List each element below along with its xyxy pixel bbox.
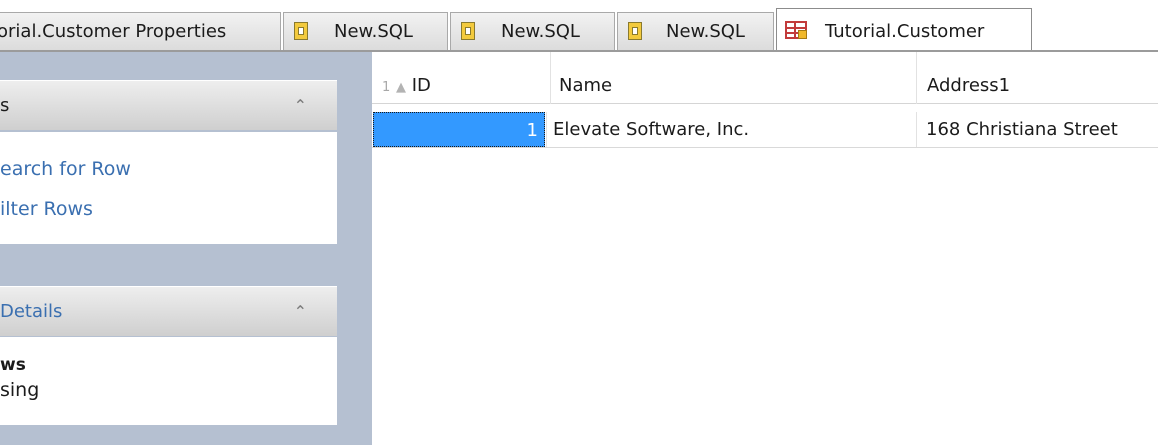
task-group-body: earch for Row ilter Rows	[0, 132, 337, 244]
task-pane: s ⌃ earch for Row ilter Rows Details ⌃ w…	[0, 52, 372, 445]
table-icon	[785, 21, 807, 39]
column-header-name[interactable]: Name	[550, 52, 918, 104]
tab-customer-properties[interactable]: orial.Customer Properties	[0, 12, 281, 50]
details-group-header[interactable]: Details ⌃	[0, 286, 337, 336]
cell-name[interactable]: Elevate Software, Inc.	[546, 112, 916, 147]
grid-header-row: 1 ▲ ID Name Address1	[372, 52, 1158, 104]
collapse-chevron-icon[interactable]: ⌃	[294, 287, 307, 337]
column-title: ID	[411, 75, 431, 96]
sql-file-icon	[461, 22, 475, 40]
tab-label: orial.Customer Properties	[0, 21, 227, 42]
details-line-rows: ws	[0, 355, 26, 375]
search-for-row-link[interactable]: earch for Row	[0, 158, 131, 180]
sort-ascending-icon: ▲	[396, 80, 407, 95]
tab-new-sql-2[interactable]: New.SQL	[450, 12, 615, 50]
sql-file-icon	[294, 22, 308, 40]
tab-label: New.SQL	[501, 21, 580, 42]
cell-address1[interactable]: 168 Christiana Street	[916, 112, 1158, 147]
table-row[interactable]: 1 Elevate Software, Inc. 168 Christiana …	[372, 112, 1158, 148]
tab-label: Tutorial.Customer	[825, 21, 985, 42]
column-header-address1[interactable]: Address1	[916, 52, 1158, 104]
task-group-header[interactable]: s ⌃	[0, 80, 337, 130]
column-title: Name	[559, 75, 613, 96]
tab-label: New.SQL	[334, 21, 413, 42]
collapse-chevron-icon[interactable]: ⌃	[294, 81, 307, 131]
tab-new-sql-3[interactable]: New.SQL	[617, 12, 774, 50]
task-group-title: s	[0, 95, 10, 116]
sql-file-icon	[628, 22, 642, 40]
details-line-status: sing	[0, 379, 40, 401]
tab-new-sql-1[interactable]: New.SQL	[283, 12, 448, 50]
document-tab-strip: orial.Customer Properties New.SQL New.SQ…	[0, 0, 1158, 52]
data-grid[interactable]: 1 ▲ ID Name Address1 1 Elevate Software,…	[372, 52, 1158, 445]
column-header-id[interactable]: 1 ▲ ID	[382, 52, 547, 104]
details-group-title: Details	[0, 301, 63, 322]
cell-id[interactable]: 1	[373, 112, 545, 147]
tab-label: New.SQL	[666, 21, 745, 42]
tab-tutorial-customer[interactable]: Tutorial.Customer	[776, 8, 1032, 52]
filter-rows-link[interactable]: ilter Rows	[0, 198, 93, 220]
details-group-body: ws sing	[0, 337, 337, 425]
column-title: Address1	[927, 75, 1011, 96]
row-indicator: 1	[382, 80, 391, 95]
